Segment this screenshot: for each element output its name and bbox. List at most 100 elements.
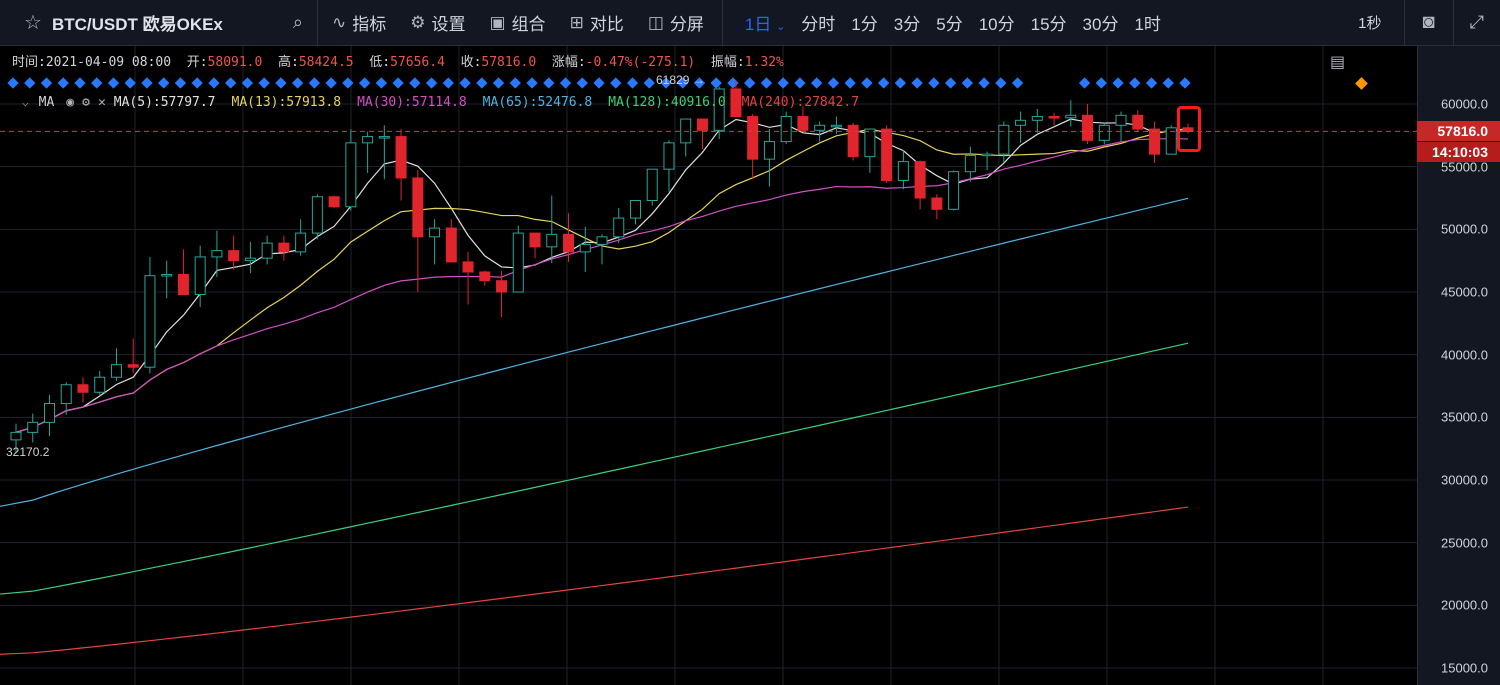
chart-canvas[interactable] (0, 46, 1500, 685)
chevron-down-icon: ⌄ (776, 21, 786, 33)
interval-item[interactable]: 3分 (886, 10, 928, 35)
countdown-tag: 14:10:03 (1417, 142, 1500, 163)
event-marker (995, 77, 1007, 89)
layout-button[interactable]: ▣ 组合 (478, 0, 558, 45)
event-marker (794, 77, 806, 89)
high-marker: 61829 → (656, 73, 705, 87)
y-tick-label: 20000.0 (1441, 597, 1488, 613)
y-tick-label: 60000.0 (1441, 96, 1488, 112)
event-marker (760, 77, 773, 89)
split-screen-button[interactable]: ◫ 分屏 (636, 0, 716, 45)
interval-active[interactable]: 1日 ⌄ (737, 10, 793, 35)
event-marker (91, 77, 103, 89)
gear-icon[interactable]: ⚙ (82, 95, 90, 110)
star-icon[interactable]: ☆ (24, 10, 42, 35)
ohlc-legend: 时间:2021-04-09 08:00 开:58091.0 高:58424.5 … (12, 51, 784, 70)
interval-item[interactable]: 分时 (793, 10, 843, 35)
low-marker: 32170.2 (6, 445, 50, 459)
event-marker (543, 77, 555, 89)
candle-body (429, 227, 441, 238)
ma5-line (15, 118, 1189, 433)
collapse-icon[interactable]: ⌵ (22, 96, 29, 109)
candle-body (295, 232, 307, 253)
ma-item: MA(240):27842.7 (741, 95, 860, 110)
open-label: 开: (186, 55, 208, 70)
change-value: -0.47%(-275.1) (585, 55, 696, 70)
event-marker (944, 77, 957, 89)
y-tick-label: 30000.0 (1441, 472, 1488, 488)
candle-body (1031, 116, 1043, 121)
seconds-button[interactable]: 1秒 (1336, 12, 1403, 33)
event-marker (358, 77, 371, 89)
candle-body (897, 161, 909, 181)
candle-body (1082, 114, 1094, 141)
candle-body (596, 236, 608, 245)
event-marker (1129, 77, 1141, 89)
interval-item[interactable]: 5分 (928, 10, 970, 35)
event-marker (291, 77, 304, 89)
candle-body (914, 161, 926, 199)
candle-body (830, 124, 842, 128)
toolbar: ☆ BTC/USDT 欧易OKEx ⌕ ∿ 指标 ⚙ 设置 ▣ 组合 ⊞ 对比 ◫ 分屏 … (0, 0, 1500, 46)
candle-body (797, 116, 809, 131)
candle-body (445, 227, 457, 263)
indicator-button[interactable]: ∿ 指标 (320, 0, 398, 45)
event-marker (744, 77, 756, 89)
candle-body (780, 116, 792, 143)
candle-body (1149, 128, 1161, 155)
candle-body (77, 384, 89, 393)
layout-icon: ▣ (489, 12, 506, 32)
high-value: 58424.5 (298, 55, 354, 70)
change-label: 涨幅: (551, 55, 586, 70)
symbol-selector[interactable]: ☆ BTC/USDT 欧易OKEx ⌕ (0, 0, 318, 45)
ma-item: MA(5):57797.7 (113, 95, 216, 110)
event-marker (710, 77, 722, 89)
compare-icon: ⊞ (569, 12, 584, 32)
fullscreen-icon[interactable]: ⤢ (1452, 0, 1500, 45)
interval-item[interactable]: 15分 (1023, 10, 1075, 35)
candle-body (244, 257, 256, 262)
candle-body (629, 200, 641, 219)
candle-body (27, 421, 39, 433)
y-tick-label: 50000.0 (1441, 221, 1488, 237)
event-marker (392, 77, 404, 89)
candle-body (881, 128, 893, 181)
open-value: 58091.0 (207, 55, 263, 70)
candle-body (144, 275, 156, 368)
event-marker (961, 77, 973, 89)
eye-icon[interactable]: ◉ (66, 95, 74, 110)
event-marker (425, 77, 438, 89)
event-marker (727, 77, 739, 89)
candle-body (763, 141, 775, 160)
interval-item[interactable]: 1时 (1126, 10, 1168, 35)
compare-button[interactable]: ⊞ 对比 (558, 0, 636, 45)
event-marker (911, 77, 923, 89)
event-marker (593, 77, 605, 89)
candle-body (94, 376, 106, 393)
event-marker (107, 77, 120, 89)
calendar-icon[interactable]: ▤ (1330, 52, 1345, 72)
event-marker (559, 77, 572, 89)
event-marker (476, 77, 488, 89)
search-icon[interactable]: ⌕ (293, 12, 303, 33)
candle-body (311, 196, 323, 234)
candle-body (496, 280, 508, 293)
y-tick-label: 35000.0 (1441, 409, 1488, 425)
interval-item[interactable]: 1分 (843, 10, 885, 35)
event-marker (1095, 77, 1107, 89)
settings-label: 设置 (431, 15, 466, 34)
interval-active-label: 1日 (744, 15, 772, 34)
candle-body (1098, 124, 1110, 141)
interval-item[interactable]: 30分 (1075, 10, 1127, 35)
candle-body (546, 233, 558, 248)
candle-body (512, 232, 524, 293)
camera-icon[interactable]: ◙ (1403, 0, 1453, 45)
chart-area[interactable]: 时间:2021-04-09 08:00 开:58091.0 高:58424.5 … (0, 46, 1500, 685)
close-icon[interactable]: ✕ (98, 95, 106, 110)
interval-item[interactable]: 10分 (971, 10, 1023, 35)
event-marker (74, 77, 86, 89)
settings-button[interactable]: ⚙ 设置 (398, 0, 477, 45)
candle-body (261, 242, 273, 259)
event-marker (325, 77, 337, 89)
grid (0, 46, 1417, 685)
